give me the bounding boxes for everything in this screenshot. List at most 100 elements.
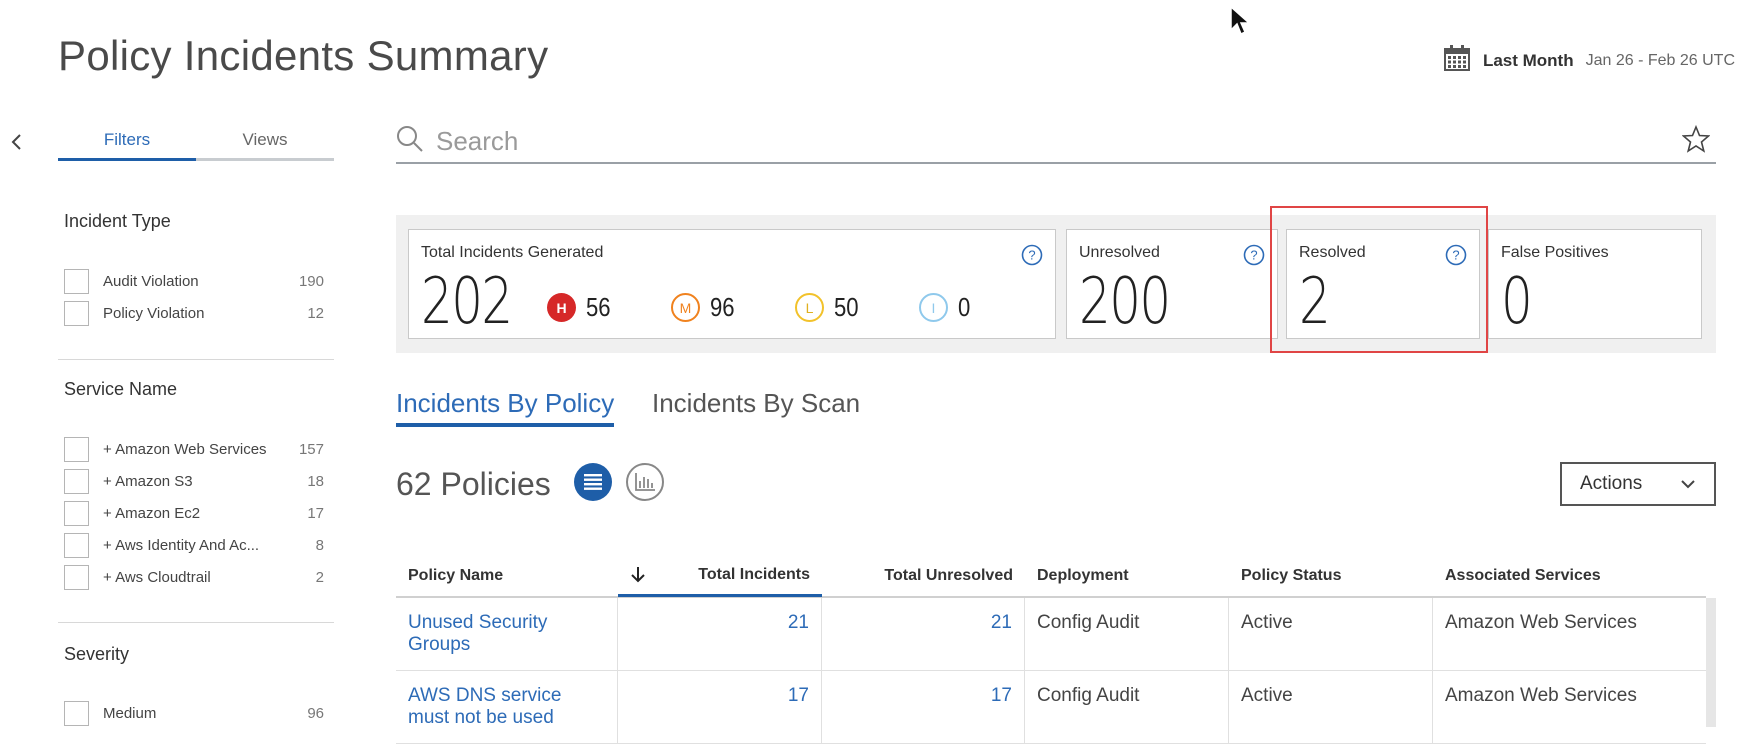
filter-count: 190: [298, 272, 324, 290]
date-range-value: Jan 26 - Feb 26 UTC: [1585, 51, 1735, 69]
column-header-policy-name[interactable]: Policy Name: [396, 567, 618, 585]
deployment-cell: Config Audit: [1025, 598, 1229, 670]
filter-label: + Amazon Web Services: [103, 440, 267, 458]
table-row: AWS DNS service must not be used 17 17 C…: [396, 671, 1706, 744]
column-header-total-incidents[interactable]: Total Incidents: [618, 555, 822, 597]
severity-low-icon: L: [795, 293, 824, 322]
filter-item-amazon-ec2[interactable]: + Amazon Ec2 17: [64, 500, 324, 526]
filter-count: 12: [307, 304, 324, 322]
help-icon[interactable]: ?: [1243, 244, 1265, 266]
filter-label: + Aws Cloudtrail: [103, 568, 211, 586]
unresolved-card: Unresolved ? 200: [1066, 229, 1278, 339]
filter-count: 17: [307, 504, 324, 522]
filter-item-policy-violation[interactable]: Policy Violation 12: [64, 300, 324, 326]
search-input[interactable]: [434, 124, 1682, 158]
severity-info: I 0: [919, 292, 972, 323]
policy-status-cell: Active: [1229, 598, 1433, 670]
false-positives-value: 0: [1501, 265, 1533, 339]
svg-text:?: ?: [1250, 248, 1257, 263]
total-unresolved-cell[interactable]: 17: [822, 671, 1025, 743]
deployment-cell: Config Audit: [1025, 671, 1229, 743]
favorite-star-icon[interactable]: [1681, 124, 1711, 158]
column-header-associated-services[interactable]: Associated Services: [1433, 567, 1706, 585]
divider: [58, 359, 334, 360]
column-header-total-unresolved[interactable]: Total Unresolved: [822, 567, 1025, 585]
filter-item-amazon-s3[interactable]: + Amazon S3 18: [64, 468, 324, 494]
policy-status-cell: Active: [1229, 671, 1433, 743]
filter-item-amazon-web-services[interactable]: + Amazon Web Services 157: [64, 436, 324, 462]
mouse-cursor-icon: [1230, 5, 1251, 41]
card-title: Unresolved: [1079, 244, 1160, 261]
column-header-policy-status[interactable]: Policy Status: [1229, 567, 1433, 585]
filter-item-aws-identity[interactable]: + Aws Identity And Ac... 8: [64, 532, 324, 558]
total-unresolved-cell[interactable]: 21: [822, 598, 1025, 670]
card-title: Total Incidents Generated: [421, 244, 604, 261]
filter-section-incident-type: Incident Type: [64, 211, 171, 231]
table-header: Policy Name Total Incidents Total Unreso…: [396, 556, 1706, 598]
search-icon: [396, 125, 424, 158]
filter-count: 18: [307, 472, 324, 490]
column-header-label: Total Incidents: [698, 565, 810, 583]
filter-section-severity: Severity: [64, 644, 130, 664]
checkbox[interactable]: [64, 268, 89, 294]
calendar-icon: [1443, 44, 1471, 77]
chevron-down-icon: [1681, 480, 1695, 489]
tab-incidents-by-policy[interactable]: Incidents By Policy: [396, 388, 615, 427]
filter-label: + Amazon Ec2: [103, 504, 201, 522]
severity-info-icon: I: [919, 293, 948, 322]
collapse-sidebar-button[interactable]: [6, 130, 28, 154]
checkbox[interactable]: [64, 500, 89, 526]
policies-table: Policy Name Total Incidents Total Unreso…: [396, 556, 1706, 744]
severity-high-count: 56: [586, 292, 611, 322]
bar-chart-icon: [635, 473, 655, 491]
help-icon[interactable]: ?: [1021, 244, 1043, 266]
sort-arrow-down-icon: [631, 566, 645, 582]
filter-count: 2: [315, 568, 324, 586]
divider: [58, 622, 334, 623]
severity-medium-icon: M: [671, 293, 700, 322]
chevron-left-icon: [11, 134, 21, 150]
filter-label: Policy Violation: [103, 304, 205, 322]
policy-name-link[interactable]: Unused Security Groups: [396, 598, 618, 670]
table-scrollbar[interactable]: [1706, 598, 1716, 727]
search-bar: [396, 120, 1716, 164]
filter-item-audit-violation[interactable]: Audit Violation 190: [64, 268, 324, 294]
severity-medium: M 96: [671, 292, 739, 323]
checkbox[interactable]: [64, 468, 89, 494]
tab-filters[interactable]: Filters: [58, 130, 196, 161]
total-incidents-value: 202: [421, 265, 513, 339]
checkbox[interactable]: [64, 436, 89, 462]
actions-dropdown[interactable]: Actions: [1560, 462, 1716, 506]
filter-count: 157: [298, 440, 324, 458]
checkbox[interactable]: [64, 300, 89, 326]
card-title: False Positives: [1501, 244, 1609, 261]
resolved-highlight-box: [1270, 206, 1488, 353]
severity-high: H 56: [547, 292, 615, 323]
date-range-picker[interactable]: Last Month Jan 26 - Feb 26 UTC: [1443, 44, 1735, 77]
policy-name-link[interactable]: AWS DNS service must not be used: [396, 671, 618, 743]
unresolved-value: 200: [1079, 265, 1171, 339]
incident-stats-panel: Total Incidents Generated ? 202 H 56 M 9…: [396, 215, 1716, 353]
list-view-button[interactable]: [574, 463, 612, 501]
checkbox[interactable]: [64, 700, 89, 726]
sidebar-tabs: Filters Views: [58, 130, 334, 161]
filter-label: + Amazon S3: [103, 472, 193, 490]
column-header-deployment[interactable]: Deployment: [1025, 567, 1229, 585]
associated-services-cell: Amazon Web Services: [1445, 612, 1637, 633]
severity-low-count: 50: [834, 292, 859, 322]
filter-item-aws-cloudtrail[interactable]: + Aws Cloudtrail 2: [64, 564, 324, 590]
filter-label: Medium: [103, 704, 157, 722]
checkbox[interactable]: [64, 532, 89, 558]
filter-item-medium[interactable]: Medium 96: [64, 700, 324, 726]
total-incidents-cell[interactable]: 17: [618, 671, 822, 743]
tab-views[interactable]: Views: [196, 130, 334, 161]
total-incidents-cell[interactable]: 21: [618, 598, 822, 670]
severity-info-count: 0: [958, 292, 971, 322]
actions-label: Actions: [1580, 473, 1643, 494]
tab-incidents-by-scan[interactable]: Incidents By Scan: [652, 388, 860, 423]
severity-low: L 50: [795, 292, 863, 323]
table-row: Unused Security Groups 21 21 Config Audi…: [396, 598, 1706, 671]
checkbox[interactable]: [64, 564, 89, 590]
false-positives-card: False Positives 0: [1488, 229, 1702, 339]
chart-view-button[interactable]: [626, 463, 664, 501]
